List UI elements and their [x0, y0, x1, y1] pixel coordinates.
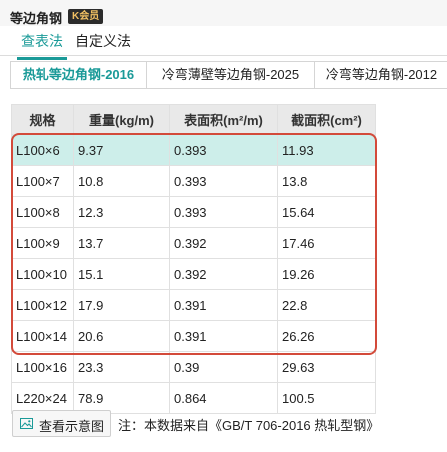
- cell-spec: L100×14: [11, 320, 74, 352]
- cell-surface-area: 0.392: [169, 258, 278, 290]
- cell-spec: L220×24: [11, 382, 74, 414]
- table-row[interactable]: L100×8 12.3 0.393 15.64: [11, 196, 376, 228]
- angle-steel-table: 规格 重量(kg/m) 表面积(m²/m) 截面积(cm²) L100×6 9.…: [11, 104, 376, 414]
- cell-weight: 13.7: [73, 227, 170, 259]
- cell-section-area: 100.5: [277, 382, 376, 414]
- cell-surface-area: 0.391: [169, 320, 278, 352]
- cell-surface-area: 0.393: [169, 165, 278, 197]
- table-row[interactable]: L100×12 17.9 0.391 22.8: [11, 289, 376, 321]
- vip-badge: K会员: [68, 9, 104, 24]
- cell-section-area: 15.64: [277, 196, 376, 228]
- view-schematic-label: 查看示意图: [39, 419, 105, 434]
- mode-tabs: 查表法 自定义法: [0, 26, 447, 60]
- cell-surface-area: 0.864: [169, 382, 278, 414]
- cell-spec: L100×16: [11, 351, 74, 383]
- cell-weight: 78.9: [73, 382, 170, 414]
- cell-section-area: 13.8: [277, 165, 376, 197]
- header-spec: 规格: [11, 104, 74, 135]
- cell-spec: L100×10: [11, 258, 74, 290]
- data-source-note: 注：本数据来自《GB/T 706-2016 热轧型钢》: [118, 418, 380, 433]
- cell-spec: L100×12: [11, 289, 74, 321]
- title-bar: 等边角钢 K会员: [0, 0, 447, 26]
- cell-section-area: 26.26: [277, 320, 376, 352]
- cell-surface-area: 0.392: [169, 227, 278, 259]
- header-weight: 重量(kg/m): [73, 104, 170, 135]
- cell-section-area: 22.8: [277, 289, 376, 321]
- cell-weight: 9.37: [73, 134, 170, 166]
- cell-weight: 10.8: [73, 165, 170, 197]
- header-section-area: 截面积(cm²): [277, 104, 376, 135]
- standard-tabs: 热轧等边角钢-2016 冷弯薄壁等边角钢-2025 冷弯等边角钢-2012: [10, 61, 447, 89]
- cell-spec: L100×6: [11, 134, 74, 166]
- cell-surface-area: 0.393: [169, 134, 278, 166]
- cell-section-area: 29.63: [277, 351, 376, 383]
- tab-cold-formed-2012[interactable]: 冷弯等边角钢-2012: [315, 62, 447, 88]
- cell-section-area: 11.93: [277, 134, 376, 166]
- cell-spec: L100×8: [11, 196, 74, 228]
- cell-weight: 12.3: [73, 196, 170, 228]
- cell-weight: 23.3: [73, 351, 170, 383]
- cell-weight: 20.6: [73, 320, 170, 352]
- cell-surface-area: 0.39: [169, 351, 278, 383]
- cell-weight: 15.1: [73, 258, 170, 290]
- tab-cold-formed-thin-2025[interactable]: 冷弯薄壁等边角钢-2025: [147, 62, 315, 88]
- table-row[interactable]: L100×10 15.1 0.392 19.26: [11, 258, 376, 290]
- cell-section-area: 17.46: [277, 227, 376, 259]
- view-schematic-button[interactable]: 查看示意图: [12, 410, 111, 437]
- cell-surface-area: 0.391: [169, 289, 278, 321]
- cell-spec: L100×7: [11, 165, 74, 197]
- tab-custom[interactable]: 自定义法: [75, 31, 131, 51]
- table-row[interactable]: L100×7 10.8 0.393 13.8: [11, 165, 376, 197]
- cell-surface-area: 0.393: [169, 196, 278, 228]
- tab-hot-rolled-2016[interactable]: 热轧等边角钢-2016: [11, 62, 147, 88]
- header-surface-area: 表面积(m²/m): [169, 104, 278, 135]
- cell-section-area: 19.26: [277, 258, 376, 290]
- app-title: 等边角钢: [10, 11, 63, 26]
- image-icon: [20, 418, 33, 429]
- table-row[interactable]: L100×14 20.6 0.391 26.26: [11, 320, 376, 352]
- tab-lookup[interactable]: 查表法: [17, 31, 67, 60]
- cell-spec: L100×9: [11, 227, 74, 259]
- table-row[interactable]: L100×9 13.7 0.392 17.46: [11, 227, 376, 259]
- table-row[interactable]: L100×6 9.37 0.393 11.93: [11, 134, 376, 166]
- table-row[interactable]: L100×16 23.3 0.39 29.63: [11, 351, 376, 383]
- cell-weight: 17.9: [73, 289, 170, 321]
- table-header-row: 规格 重量(kg/m) 表面积(m²/m) 截面积(cm²): [11, 104, 376, 135]
- table-row[interactable]: L220×24 78.9 0.864 100.5: [11, 382, 376, 414]
